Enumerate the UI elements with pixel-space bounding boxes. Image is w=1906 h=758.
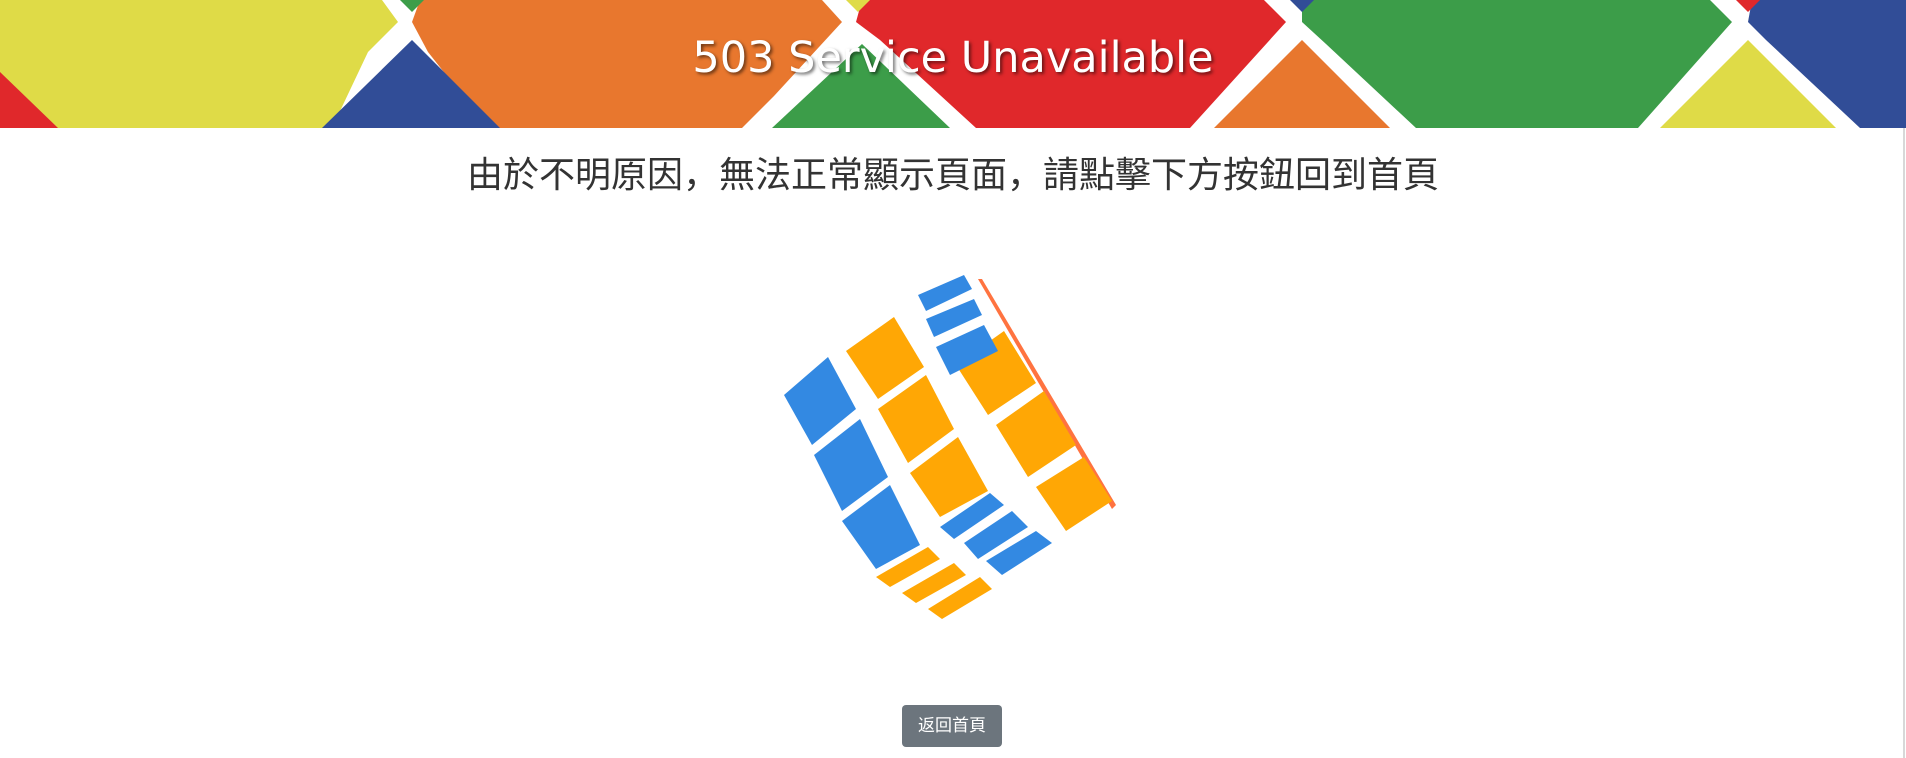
rubiks-cube-illustration <box>784 275 1116 619</box>
page-title: 503 Service Unavailable <box>692 33 1214 83</box>
page-edge-divider <box>1903 128 1905 758</box>
error-message: 由於不明原因，無法正常顯示頁面，請點擊下方按鈕回到首頁 <box>466 155 1439 196</box>
header-banner: 503 Service Unavailable <box>0 0 1906 128</box>
home-button[interactable]: 返回首頁 <box>902 705 1002 747</box>
